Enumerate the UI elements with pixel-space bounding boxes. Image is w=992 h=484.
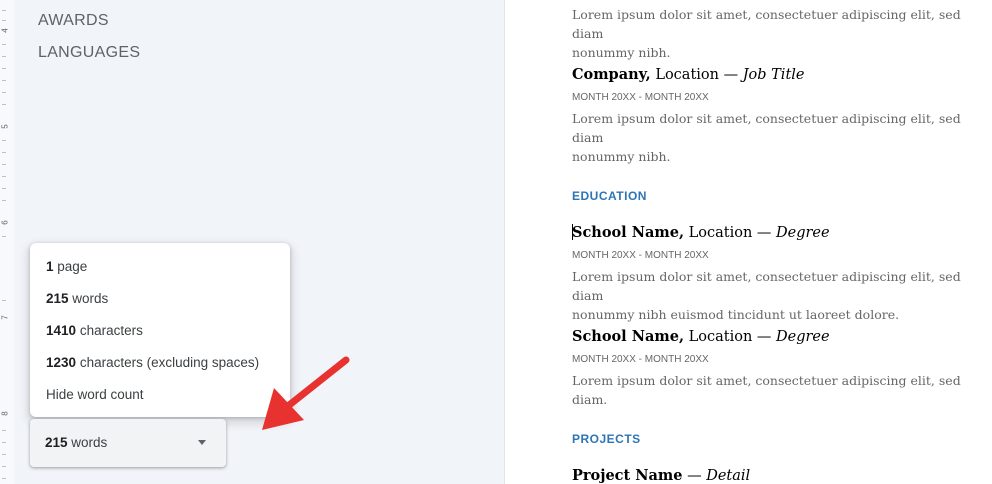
word-count-option-pages[interactable]: 1 page — [46, 259, 87, 274]
arrow-shaft — [284, 356, 350, 410]
ruler-number: 7 — [0, 315, 10, 320]
ruler-tick — [2, 188, 6, 189]
ruler-tick — [2, 454, 6, 455]
ruler-tick — [2, 478, 6, 479]
school-name: School Name, — [572, 224, 685, 241]
project-name: Project Name — [572, 467, 683, 484]
outline-item-awards[interactable]: AWARDS — [38, 12, 109, 30]
ruler-tick — [2, 68, 6, 69]
paragraph-line: Lorem ipsum dolor sit amet, consectetuer… — [572, 269, 961, 303]
characters-unit: characters — [79, 323, 143, 338]
school-dates: MONTH 20XX - MONTH 20XX — [572, 250, 709, 261]
company-name: Company, — [572, 66, 651, 83]
word-count-option-words[interactable]: 215 words — [46, 291, 108, 306]
school-heading: School Name, Location — Degree — [572, 224, 830, 241]
ruler-tick — [2, 44, 6, 45]
section-heading-education: EDUCATION — [572, 189, 647, 203]
word-count-option-characters-no-spaces[interactable]: 1230 characters (excluding spaces) — [46, 355, 259, 370]
ruler-tick — [2, 236, 6, 237]
ruler-tick — [2, 176, 6, 177]
paragraph-text: Lorem ipsum dolor sit amet, consectetuer… — [572, 5, 982, 62]
ruler-tick — [2, 92, 6, 93]
ruler-tick — [2, 56, 6, 57]
paragraph-line: Lorem ipsum dolor sit amet, consectetuer… — [572, 7, 961, 41]
ruler-number: 5 — [0, 124, 10, 129]
ruler-tick — [2, 20, 6, 21]
ruler-tick — [2, 80, 6, 81]
school-location: Location — — [684, 329, 776, 345]
pages-unit: page — [57, 259, 88, 274]
ruler-tick — [2, 164, 6, 165]
school-heading: School Name, Location — Degree — [572, 328, 830, 345]
school-degree: Degree — [776, 225, 830, 241]
chevron-down-icon[interactable] — [198, 440, 206, 445]
ruler-number: 4 — [0, 28, 10, 33]
ruler-tick — [2, 152, 6, 153]
job-heading: Company, Location — Job Title — [572, 66, 805, 83]
ruler-tick — [2, 430, 6, 431]
ruler-tick — [2, 10, 6, 11]
word-count-option-characters[interactable]: 1410 characters — [46, 323, 143, 338]
ruler-tick — [2, 104, 6, 105]
characters-no-spaces-unit: characters (excluding spaces) — [79, 355, 260, 370]
ruler-number: 6 — [0, 220, 10, 225]
ruler-number: 8 — [0, 411, 10, 416]
school-location: Location — — [684, 225, 776, 241]
school-name: School Name, — [572, 328, 685, 345]
ruler-tick — [2, 200, 6, 201]
word-count-chip-label: 215 words — [45, 435, 107, 450]
project-separator: — — [682, 468, 707, 484]
chip-word-count: 215 — [45, 435, 68, 450]
paragraph-line: Lorem ipsum dolor sit amet, consectetuer… — [572, 373, 961, 407]
pages-count: 1 — [46, 259, 54, 274]
hide-word-count-option[interactable]: Hide word count — [46, 387, 144, 402]
words-unit: words — [72, 291, 109, 306]
school-dates: MONTH 20XX - MONTH 20XX — [572, 354, 709, 365]
ruler-tick — [2, 140, 6, 141]
annotation-arrow-icon — [262, 356, 350, 430]
school-description: Lorem ipsum dolor sit amet, consectetuer… — [572, 267, 982, 324]
chip-word-unit: words — [71, 435, 108, 450]
school-degree: Degree — [776, 329, 830, 345]
school-description: Lorem ipsum dolor sit amet, consectetuer… — [572, 371, 982, 409]
characters-no-spaces-count: 1230 — [46, 355, 77, 370]
project-heading: Project Name — Detail — [572, 467, 750, 484]
vertical-ruler: 4 5 6 7 8 — [0, 0, 15, 484]
word-count-chip[interactable]: 215 words — [30, 419, 226, 467]
section-heading-projects: PROJECTS — [572, 432, 641, 446]
job-location: Location — — [650, 67, 743, 83]
paragraph-line: nonummy nibh. — [572, 45, 671, 60]
words-count: 215 — [46, 291, 69, 306]
paragraph-line: nonummy nibh. — [572, 149, 671, 164]
outline-item-languages[interactable]: LANGUAGES — [38, 44, 140, 62]
job-description: Lorem ipsum dolor sit amet, consectetuer… — [572, 109, 982, 166]
ruler-tick — [2, 466, 6, 467]
characters-count: 1410 — [46, 323, 77, 338]
job-title: Job Title — [742, 67, 805, 83]
paragraph-line: Lorem ipsum dolor sit amet, consectetuer… — [572, 111, 961, 145]
paragraph-line: nonummy nibh euismod tincidunt ut laoree… — [572, 307, 900, 322]
ruler-tick — [2, 300, 6, 301]
project-detail: Detail — [706, 468, 751, 484]
ruler-tick — [2, 442, 6, 443]
job-dates: MONTH 20XX - MONTH 20XX — [572, 92, 709, 103]
